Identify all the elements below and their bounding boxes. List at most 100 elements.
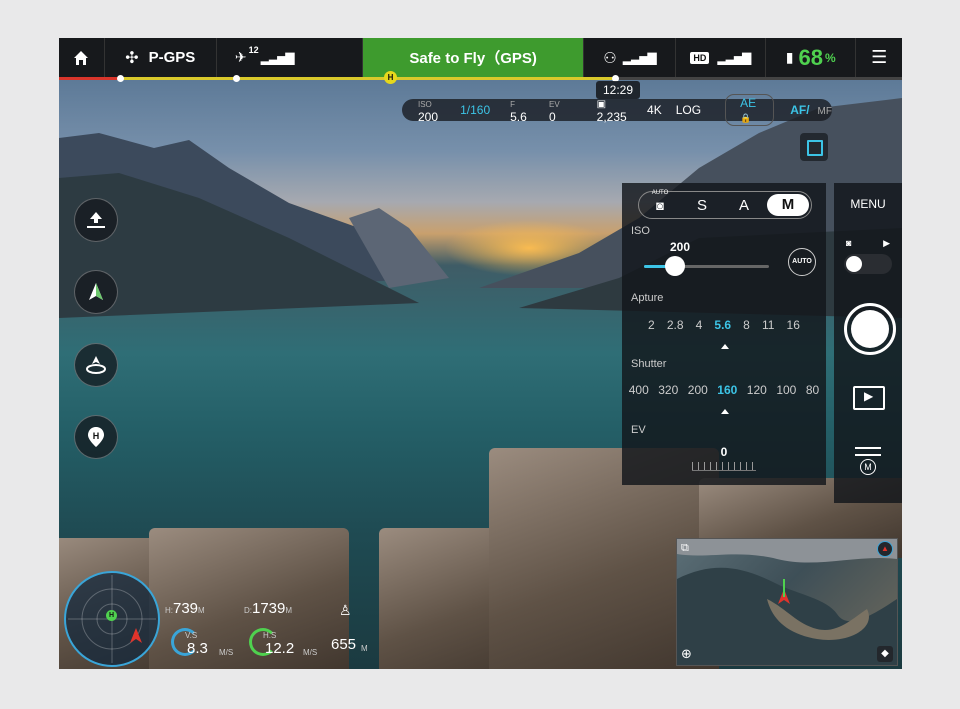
ev-ticks[interactable] (692, 462, 756, 471)
rc-signal-icon: ▂▃▅▇ (622, 50, 657, 65)
camera-parameters-bar[interactable]: ISO 200 1/160 F 5.6 EV 0 ▣ 2,235 4K LOG … (402, 94, 832, 126)
mini-map[interactable]: ⧉ ▲ ⊕ ◆ (676, 538, 898, 666)
shutter-option[interactable]: 100 (776, 383, 796, 397)
home-icon (74, 50, 89, 65)
home-point-marker: H (384, 71, 397, 84)
vertical-speed-unit: M/S (219, 648, 234, 657)
gps-status[interactable]: ✈ 12 ▂▃▅▇ (217, 38, 363, 77)
fpv-screen: ✣ P-GPS ✈ 12 ▂▃▅▇ Safe to Fly（GPS) ⚇ ▂▃▅… (59, 38, 902, 669)
toggle-track (844, 254, 892, 274)
camera-menu-button[interactable]: MENU (834, 197, 902, 211)
iso-label: ISO (418, 100, 432, 109)
status-bar: ✣ P-GPS ✈ 12 ▂▃▅▇ Safe to Fly（GPS) ⚇ ▂▃▅… (59, 38, 902, 77)
compass-icon[interactable]: ▲ (877, 541, 893, 557)
aperture-section-label: Apture (631, 292, 664, 304)
gps-count: 12 (248, 44, 259, 55)
shutter-value: 1/160 (460, 103, 491, 117)
aperture-option[interactable]: 2 (648, 318, 655, 332)
aperture-option[interactable]: 8 (743, 318, 750, 332)
shutter-option[interactable]: 200 (688, 383, 708, 397)
aperture-option[interactable]: 5.6 (714, 318, 731, 332)
gps-signal-icon: ▂▃▅▇ (260, 50, 295, 65)
photo-video-toggle[interactable]: ◙ ▶ (844, 238, 892, 274)
shutter-indicator (721, 409, 729, 414)
height-label: H: (165, 606, 173, 615)
lock-icon: 🔒 (740, 113, 752, 123)
zoom-icon[interactable]: ⊕ (681, 646, 692, 662)
shutter-button[interactable] (844, 303, 896, 355)
mode-s-option[interactable]: S (681, 197, 723, 214)
ev-value: 0 (548, 110, 556, 124)
focus-square-icon (807, 140, 823, 156)
distance-value: 1739 (252, 600, 286, 617)
vertical-speed-label: V.S (185, 631, 198, 640)
distance-unit: M (285, 606, 293, 615)
camera-settings-button[interactable]: M (852, 441, 884, 477)
takeoff-button[interactable] (74, 198, 118, 242)
height-value: 739 (173, 600, 199, 617)
map-terrain (677, 539, 897, 665)
focus-mode-button[interactable]: AF/MF (782, 103, 832, 117)
eraser-icon[interactable]: ◆ (877, 646, 893, 662)
intelligent-flight-button[interactable] (74, 343, 118, 387)
aperture-scale[interactable]: 2 2.8 4 5.6 8 11 16 (622, 318, 826, 332)
rc-signal[interactable]: ⚇ ▂▃▅▇ (584, 38, 676, 77)
mode-a-option[interactable]: A (723, 197, 765, 214)
hd-badge: HD (690, 51, 710, 64)
timeline-marker (117, 75, 124, 82)
ev-current-value: 0 (720, 445, 728, 459)
shutter-section-label: Shutter (631, 358, 667, 370)
camera-icon: ◙ (656, 197, 664, 213)
return-to-home-button[interactable] (74, 270, 118, 314)
flight-status-label: Safe to Fly（GPS) (409, 50, 537, 67)
timeline-yellow-segment (119, 77, 614, 80)
aperture-indicator (721, 344, 729, 349)
playback-button[interactable]: ▶ (853, 386, 885, 410)
distance-label: D: (244, 606, 252, 615)
aperture-option[interactable]: 4 (696, 318, 703, 332)
svg-text:H: H (93, 431, 100, 441)
height-unit: M (198, 606, 205, 615)
map-layers-icon[interactable]: ⧉ (681, 542, 689, 555)
shutter-option[interactable]: 400 (629, 383, 649, 397)
shutter-scale[interactable]: 400 320 200 160 120 100 80 (622, 383, 826, 397)
shutter-option[interactable]: 80 (806, 383, 819, 397)
home-point-button[interactable]: H (74, 415, 118, 459)
focus-area-frame[interactable] (800, 133, 828, 161)
battery-status[interactable]: ▮ 68 % (766, 38, 857, 77)
timeline-marker (233, 75, 240, 82)
mode-auto-option[interactable]: AUTO ◙ (639, 190, 681, 214)
video-signal[interactable]: HD ▂▃▅▇ (676, 38, 766, 77)
home-pin-icon: H (88, 427, 104, 447)
exposure-mode-selector[interactable]: AUTO ◙ S A M (638, 190, 812, 219)
aperture-option[interactable]: 2.8 (667, 318, 684, 332)
settings-menu-button[interactable]: ☰ (856, 38, 902, 77)
horizontal-speed-value: 12.2 (265, 640, 295, 657)
iso-slider[interactable] (644, 256, 769, 276)
distance-readout: D:1739M (244, 600, 292, 617)
iso-auto-button[interactable]: AUTO (788, 248, 816, 276)
altitude-icon: ♙ (339, 602, 352, 618)
battery-icon: ▮ (785, 49, 794, 65)
toggle-knob (846, 256, 862, 272)
shutter-option[interactable]: 320 (658, 383, 678, 397)
mode-m-badge: M (860, 459, 876, 475)
iso-slider-knob[interactable] (665, 256, 686, 276)
altitude-unit: M (361, 644, 368, 653)
vertical-speed-value: 8.3 (187, 640, 208, 657)
home-button[interactable] (59, 38, 105, 77)
mode-m-option[interactable]: M (767, 194, 809, 216)
altitude-value: 655 (331, 636, 357, 653)
shutter-option[interactable]: 160 (717, 383, 737, 397)
flight-status[interactable]: Safe to Fly（GPS) (362, 38, 585, 77)
flight-mode[interactable]: ✣ P-GPS (105, 38, 217, 77)
radar-home-marker: H (106, 610, 117, 621)
aperture-option[interactable]: 11 (762, 318, 774, 332)
orbit-icon (86, 356, 106, 374)
shutter-option[interactable]: 120 (747, 383, 767, 397)
ev-label: EV (548, 100, 560, 109)
aperture-option[interactable]: 16 (787, 318, 800, 332)
ae-lock-button[interactable]: AE 🔒 (725, 94, 775, 126)
iso-current-value: 200 (670, 240, 691, 254)
play-icon: ▶ (864, 389, 874, 403)
